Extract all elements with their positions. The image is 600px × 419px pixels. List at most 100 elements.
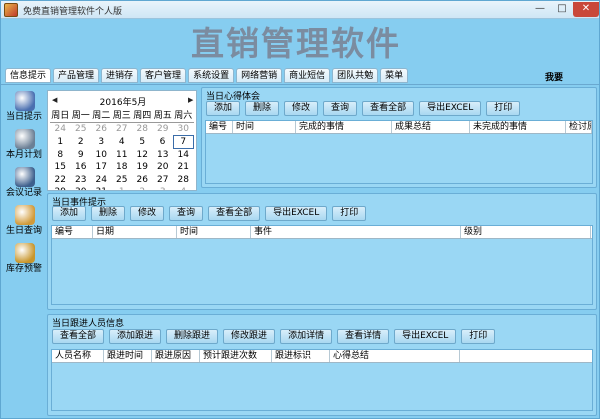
minimize-button[interactable]: — [529, 2, 551, 17]
toolbar-button-6[interactable]: 打印 [332, 206, 367, 221]
calendar-day[interactable]: 15 [50, 161, 71, 174]
sidebar-item-3[interactable]: 生日查询 [4, 205, 46, 243]
title-bar[interactable]: 免费直销管理软件个人版 — □ ✕ [1, 1, 599, 19]
calendar-day[interactable]: 29 [50, 186, 71, 190]
column-header[interactable]: 未完成的事情 [470, 121, 566, 133]
calendar-day[interactable]: 24 [91, 174, 112, 187]
data-grid[interactable]: 编号时间完成的事情成果总结未完成的事情检讨原 [205, 120, 593, 184]
sidebar-item-2[interactable]: 会议记录 [4, 167, 46, 205]
column-header[interactable]: 跟进时间 [104, 350, 152, 362]
calendar-day[interactable]: 16 [71, 161, 92, 174]
calendar-day[interactable]: 18 [112, 161, 133, 174]
tab-4[interactable]: 系统设置 [188, 68, 235, 83]
user-label[interactable]: 我要 [545, 70, 563, 83]
column-header[interactable]: 级别 [461, 226, 591, 238]
calendar-day[interactable]: 26 [91, 123, 112, 136]
toolbar-button-5[interactable]: 查看详情 [337, 329, 390, 344]
toolbar-button-3[interactable]: 查询 [169, 206, 204, 221]
toolbar-button-4[interactable]: 添加详情 [280, 329, 333, 344]
column-header[interactable]: 完成的事情 [296, 121, 392, 133]
column-header[interactable]: 跟进原因 [152, 350, 200, 362]
toolbar-button-6[interactable]: 打印 [486, 101, 521, 116]
tab-0[interactable]: 信息提示 [5, 68, 52, 83]
toolbar-button-2[interactable]: 修改 [284, 101, 319, 116]
toolbar-button-1[interactable]: 删除 [91, 206, 126, 221]
calendar-day[interactable]: 19 [132, 161, 153, 174]
toolbar-button-5[interactable]: 导出EXCEL [265, 206, 328, 221]
column-header[interactable]: 时间 [233, 121, 296, 133]
calendar-day[interactable]: 24 [50, 123, 71, 136]
toolbar-button-4[interactable]: 查看全部 [362, 101, 415, 116]
calendar-day[interactable]: 6 [153, 136, 174, 149]
calendar-day[interactable]: 2 [132, 186, 153, 190]
column-header[interactable]: 检讨原 [566, 121, 592, 133]
tab-2[interactable]: 进销存 [101, 68, 139, 83]
toolbar-button-4[interactable]: 查看全部 [208, 206, 261, 221]
toolbar-button-0[interactable]: 添加 [206, 101, 241, 116]
calendar-day[interactable]: 11 [112, 149, 133, 162]
column-header[interactable]: 跟进标识 [272, 350, 330, 362]
calendar-day[interactable]: 26 [132, 174, 153, 187]
toolbar-button-2[interactable]: 修改 [130, 206, 165, 221]
toolbar-button-7[interactable]: 打印 [461, 329, 496, 344]
calendar-day[interactable]: 28 [132, 123, 153, 136]
calendar-day[interactable]: 17 [91, 161, 112, 174]
calendar-day[interactable]: 5 [132, 136, 153, 149]
data-grid[interactable]: 人员名称 跟进时间 跟进原因 预计跟进次数 跟进标识 心得总结 [51, 349, 593, 411]
data-grid[interactable]: 编号 日期 时间 事件 级别 [51, 225, 593, 305]
toolbar-button-0[interactable]: 查看全部 [52, 329, 105, 344]
tab-1[interactable]: 产品管理 [53, 68, 100, 83]
column-header[interactable]: 编号 [52, 226, 93, 238]
column-header[interactable]: 心得总结 [330, 350, 460, 362]
toolbar-button-2[interactable]: 删除跟进 [166, 329, 219, 344]
column-header[interactable]: 事件 [251, 226, 461, 238]
calendar-day[interactable]: 7 [172, 135, 194, 149]
close-button[interactable]: ✕ [573, 2, 599, 17]
column-header[interactable]: 人员名称 [52, 350, 104, 362]
tab-6[interactable]: 商业短信 [284, 68, 331, 83]
toolbar-button-0[interactable]: 添加 [52, 206, 87, 221]
calendar-day[interactable]: 22 [50, 174, 71, 187]
column-header[interactable]: 编号 [206, 121, 233, 133]
tab-5[interactable]: 网络营销 [236, 68, 283, 83]
sidebar-item-1[interactable]: 本月计划 [4, 129, 46, 167]
column-header[interactable]: 预计跟进次数 [200, 350, 272, 362]
calendar-day[interactable]: 10 [91, 149, 112, 162]
calendar-day[interactable]: 29 [153, 123, 174, 136]
month-calendar[interactable]: ◀ 2016年5月 ▶ 周日 周一 周二 周三 周四 周五 周六 24 25 26 27 28 29 30… [47, 90, 197, 191]
tab-3[interactable]: 客户管理 [140, 68, 187, 83]
calendar-day[interactable]: 31 [91, 186, 112, 190]
calendar-day[interactable]: 27 [153, 174, 174, 187]
calendar-day[interactable]: 9 [71, 149, 92, 162]
calendar-next-icon[interactable]: ▶ [188, 96, 193, 104]
column-header[interactable]: 日期 [93, 226, 177, 238]
tab-8[interactable]: 菜单 [380, 68, 409, 83]
calendar-day[interactable]: 8 [50, 149, 71, 162]
toolbar-button-3[interactable]: 查询 [323, 101, 358, 116]
column-header[interactable]: 成果总结 [392, 121, 470, 133]
toolbar-button-6[interactable]: 导出EXCEL [394, 329, 457, 344]
calendar-day[interactable]: 20 [153, 161, 174, 174]
column-header[interactable]: 时间 [177, 226, 251, 238]
maximize-button[interactable]: □ [551, 2, 573, 17]
calendar-day[interactable]: 30 [173, 123, 194, 136]
calendar-day[interactable]: 25 [112, 174, 133, 187]
calendar-day[interactable]: 4 [112, 136, 133, 149]
calendar-day[interactable]: 23 [71, 174, 92, 187]
calendar-day[interactable]: 3 [91, 136, 112, 149]
sidebar-item-0[interactable]: 当日提示 [4, 91, 46, 129]
toolbar-button-3[interactable]: 修改跟进 [223, 329, 276, 344]
calendar-day[interactable]: 25 [71, 123, 92, 136]
calendar-day[interactable]: 4 [173, 186, 194, 190]
calendar-day[interactable]: 21 [173, 161, 194, 174]
sidebar-item-4[interactable]: 库存预警 [4, 243, 46, 281]
calendar-day[interactable]: 3 [153, 186, 174, 190]
calendar-day[interactable]: 28 [173, 174, 194, 187]
calendar-day[interactable]: 13 [153, 149, 174, 162]
calendar-day[interactable]: 1 [50, 136, 71, 149]
toolbar-button-1[interactable]: 添加跟进 [109, 329, 162, 344]
calendar-day[interactable]: 14 [173, 149, 194, 162]
toolbar-button-5[interactable]: 导出EXCEL [419, 101, 482, 116]
calendar-day[interactable]: 2 [71, 136, 92, 149]
tab-7[interactable]: 团队共勉 [332, 68, 379, 83]
